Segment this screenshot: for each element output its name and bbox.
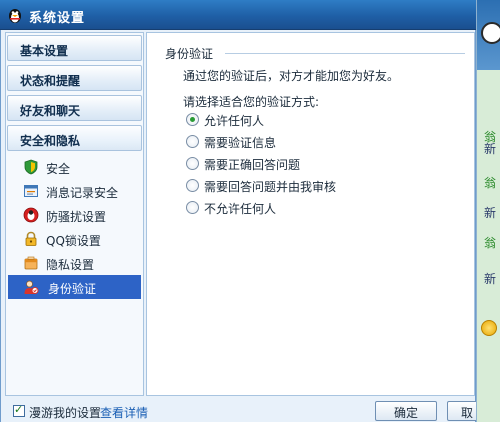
sidebar-item-label: 身份验证 — [48, 282, 97, 296]
option-label: 需要正确回答问题 — [204, 158, 301, 172]
category-label: 基本设置 — [20, 44, 69, 58]
category-label: 安全和隐私 — [20, 134, 81, 148]
identity-icon — [24, 280, 39, 294]
anti-harass-icon — [23, 207, 39, 223]
option-label: 不允许任何人 — [204, 202, 277, 216]
sidebar-item-label: 隐私设置 — [46, 258, 95, 272]
group-divider — [225, 53, 465, 54]
sidebar-category-friends[interactable]: 好友和聊天 — [7, 95, 142, 121]
background-text: 翁 — [484, 176, 497, 190]
sidebar-item-label: QQ锁设置 — [46, 234, 101, 248]
privacy-icon — [24, 256, 38, 270]
settings-window: 基本设置 状态和提醒 好友和聊天 安全和隐私 安全 消息记录安全 防骚扰设置 Q… — [0, 30, 487, 422]
security-items: 安全 消息记录安全 防骚扰设置 QQ锁设置 隐私设置 身份验证 — [6, 155, 143, 299]
view-details-link[interactable]: 查看详情 — [100, 404, 148, 421]
sidebar-item-security[interactable]: 安全 — [6, 155, 143, 179]
group-title: 身份验证 — [165, 47, 214, 61]
option-label: 需要验证信息 — [204, 136, 277, 150]
sidebar-item-privacy[interactable]: 隐私设置 — [6, 251, 143, 275]
category-label: 好友和聊天 — [20, 104, 81, 118]
sidebar-item-message-record[interactable]: 消息记录安全 — [6, 179, 143, 203]
sidebar-category-security[interactable]: 安全和隐私 — [7, 125, 142, 151]
settings-footer: 漫游我的设置 查看详情 确定 取 — [1, 400, 487, 422]
sidebar-item-label: 安全 — [46, 162, 71, 176]
settings-sidebar: 基本设置 状态和提醒 好友和聊天 安全和隐私 安全 消息记录安全 防骚扰设置 Q… — [5, 32, 144, 396]
message-record-icon — [24, 185, 38, 197]
option-label: 允许任何人 — [204, 114, 265, 128]
radio-button[interactable] — [186, 157, 199, 170]
category-label: 状态和提醒 — [20, 74, 81, 88]
roam-settings-checkbox[interactable] — [13, 403, 25, 417]
verification-description: 通过您的验证后，对方才能加您为好友。 — [183, 69, 400, 83]
radio-button[interactable] — [186, 135, 199, 148]
shield-icon — [24, 159, 38, 175]
roam-settings-label: 漫游我的设置 — [29, 406, 102, 420]
option-label: 需要回答问题并由我审核 — [204, 180, 337, 194]
ok-button[interactable]: 确定 — [375, 401, 437, 421]
identity-verification-panel: 身份验证 通过您的验证后，对方才能加您为好友。 请选择适合您的验证方式: 允许任… — [146, 32, 475, 396]
background-text: 新 — [484, 272, 497, 286]
sidebar-item-anti-harass[interactable]: 防骚扰设置 — [6, 203, 143, 227]
background-chat-window: 翁 新 翁 新 翁 新 — [476, 0, 500, 422]
sidebar-category-status[interactable]: 状态和提醒 — [7, 65, 142, 91]
sidebar-item-qq-lock[interactable]: QQ锁设置 — [6, 227, 143, 251]
sidebar-item-label: 防骚扰设置 — [46, 210, 107, 224]
radio-button[interactable] — [186, 201, 199, 214]
smiley-icon — [481, 320, 497, 336]
window-title: 系统设置 — [29, 11, 86, 26]
avatar — [481, 22, 500, 44]
qq-penguin-icon — [9, 9, 21, 23]
radio-button[interactable] — [186, 179, 199, 192]
background-text: 新 — [484, 206, 497, 220]
sidebar-category-basic[interactable]: 基本设置 — [7, 35, 142, 61]
sidebar-item-label: 消息记录安全 — [46, 186, 119, 200]
sidebar-item-identity-verification[interactable]: 身份验证 — [8, 275, 141, 299]
background-text: 新 — [484, 142, 497, 156]
radio-button-selected[interactable] — [186, 113, 199, 126]
background-text: 翁 — [484, 236, 497, 250]
lock-icon — [25, 231, 37, 246]
title-bar[interactable]: 系统设置 — [0, 0, 476, 30]
verification-prompt: 请选择适合您的验证方式: — [183, 95, 320, 109]
